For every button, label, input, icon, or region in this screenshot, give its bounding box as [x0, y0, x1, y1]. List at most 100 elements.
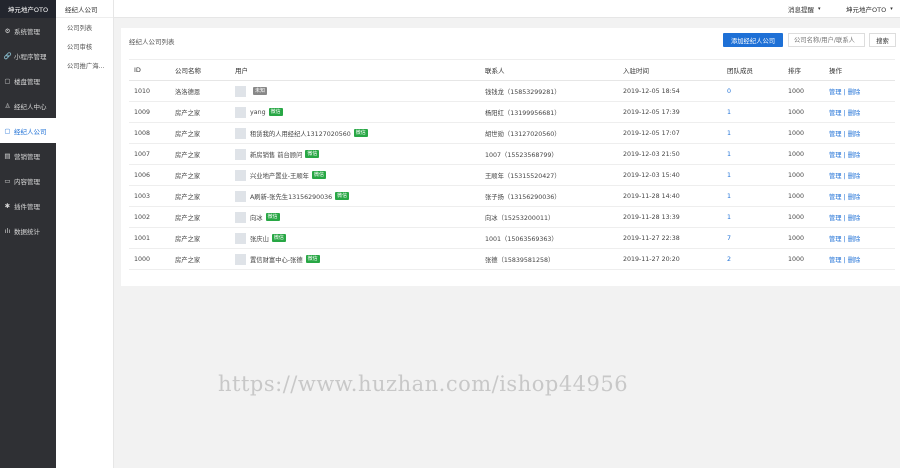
- message-alert-menu[interactable]: 消息提醒 ▾: [788, 0, 821, 18]
- cell-user: 新房销售 前台顾问 微信: [230, 143, 480, 165]
- company-table: ID 公司名称 用户 联系人 入驻时间 团队成员 排序 操作 1010 洛洛德恩 未知 钱钱龙（15…: [129, 59, 895, 270]
- column-header: 用户: [230, 59, 480, 81]
- sidebar-item-label: 小程序管理: [14, 52, 47, 61]
- cell-id: 1002: [129, 206, 170, 228]
- manage-delete-links[interactable]: 管理 | 删除: [829, 131, 860, 138]
- chart-icon: ılı: [4, 226, 11, 235]
- manage-delete-links[interactable]: 管理 | 删除: [829, 194, 860, 201]
- search-input[interactable]: [788, 33, 865, 47]
- user-info: 未知: [235, 85, 480, 97]
- user-info: 租赁我的人用经纪人13127020560 微信: [235, 127, 480, 139]
- cell-company: 房产之家: [170, 185, 230, 207]
- cell-contact: 杨阳红（13199956681）: [480, 101, 618, 123]
- cell-user: A刷新-张先生13156290036 微信: [230, 185, 480, 207]
- source-badge: 微信: [265, 213, 280, 221]
- cell-members[interactable]: 1: [722, 206, 783, 228]
- cell-sort: 1000: [783, 80, 824, 102]
- subnav-items: 公司列表 公司审核 公司推广海...: [56, 18, 113, 75]
- table-row: 1006 房产之家 兴业地产置业-王顺年 微信 王顺年（15315520427） 2019…: [129, 164, 895, 186]
- search-button[interactable]: 搜索: [869, 33, 896, 47]
- account-label: 坤元地产OTO: [846, 6, 887, 14]
- cell-id: 1010: [129, 80, 170, 102]
- avatar: [235, 169, 246, 181]
- avatar: [235, 85, 246, 97]
- cell-contact: 张德（15839581258）: [480, 248, 618, 270]
- manage-delete-links[interactable]: 管理 | 删除: [829, 152, 860, 159]
- cell-time: 2019-12-05 18:54: [618, 80, 722, 102]
- source-badge: 微信: [335, 192, 350, 200]
- column-header: 联系人: [480, 59, 618, 81]
- sidebar-item-label: 经纪人公司: [14, 127, 47, 136]
- brand-logo: 坤元地产OTO: [0, 0, 56, 18]
- user-info: A刷新-张先生13156290036 微信: [235, 190, 480, 202]
- cell-id: 1001: [129, 227, 170, 249]
- manage-delete-links[interactable]: 管理 | 删除: [829, 173, 860, 180]
- user-info: yang 微信: [235, 106, 480, 118]
- avatar: [235, 127, 246, 139]
- marketing-icon: ▤: [4, 151, 11, 160]
- chevron-down-icon: ▾: [818, 6, 821, 12]
- sidebar-item-label: 数据统计: [14, 227, 40, 236]
- user-name: 租赁我的人用经纪人13127020560: [250, 130, 351, 138]
- cell-contact: 钱钱龙（15853299281）: [480, 80, 618, 102]
- cell-members[interactable]: 1: [722, 122, 783, 144]
- user-info: 兴业地产置业-王顺年 微信: [235, 169, 480, 181]
- add-company-button[interactable]: 添加经纪人公司: [723, 33, 783, 47]
- user-name: 置信财富中心-张德: [250, 256, 303, 264]
- sidebar-item-company[interactable]: ▢ 经纪人公司: [0, 118, 56, 143]
- cell-members[interactable]: 1: [722, 143, 783, 165]
- avatar: [235, 232, 246, 244]
- sidebar-item-label: 营销管理: [14, 152, 40, 161]
- cell-members[interactable]: 1: [722, 164, 783, 186]
- sidebar-item-marketing[interactable]: ▤ 营销管理: [0, 143, 56, 168]
- cell-time: 2019-12-05 17:07: [618, 122, 722, 144]
- cell-time: 2019-12-05 17:39: [618, 101, 722, 123]
- sidebar-item-plugin[interactable]: ✱ 插件管理: [0, 193, 56, 218]
- column-header: 公司名称: [170, 59, 230, 81]
- cell-members[interactable]: 2: [722, 248, 783, 270]
- sidebar-item-chart[interactable]: ılı 数据统计: [0, 218, 56, 243]
- subnav-item[interactable]: 公司审核: [56, 37, 113, 56]
- table-body: 1010 洛洛德恩 未知 钱钱龙（15853299281） 2019-12-05 18:…: [129, 80, 895, 270]
- sidebar-item-gear[interactable]: ⚙ 系统管理: [0, 18, 56, 43]
- cell-sort: 1000: [783, 248, 824, 270]
- sub-navigation: 经纪人公司 公司列表 公司审核 公司推广海...: [56, 0, 114, 468]
- cell-time: 2019-11-27 22:38: [618, 227, 722, 249]
- user-info: 新房销售 前台顾问 微信: [235, 148, 480, 160]
- subnav-item[interactable]: 公司推广海...: [56, 56, 113, 75]
- sidebar-item-content[interactable]: ▭ 内容管理: [0, 168, 56, 193]
- cell-members[interactable]: 7: [722, 227, 783, 249]
- sidebar-item-user[interactable]: ♙ 经纪人中心: [0, 93, 56, 118]
- cell-sort: 1000: [783, 206, 824, 228]
- sidebar-item-link[interactable]: 🔗 小程序管理: [0, 43, 56, 68]
- manage-delete-links[interactable]: 管理 | 删除: [829, 257, 860, 264]
- cell-contact: 1007（15523568799）: [480, 143, 618, 165]
- cell-sort: 1000: [783, 143, 824, 165]
- page-title: 经纪人公司列表: [129, 38, 175, 46]
- sidebar-item-building[interactable]: ▢ 楼盘管理: [0, 68, 56, 93]
- cell-id: 1009: [129, 101, 170, 123]
- account-menu[interactable]: 坤元地产OTO ▾: [846, 0, 893, 18]
- avatar: [235, 190, 246, 202]
- manage-delete-links[interactable]: 管理 | 删除: [829, 89, 860, 96]
- manage-delete-links[interactable]: 管理 | 删除: [829, 236, 860, 243]
- column-header: 团队成员: [722, 59, 783, 81]
- subnav-item[interactable]: 公司列表: [56, 18, 113, 37]
- manage-delete-links[interactable]: 管理 | 删除: [829, 110, 860, 117]
- sidebar-item-label: 楼盘管理: [14, 77, 40, 86]
- cell-members[interactable]: 1: [722, 101, 783, 123]
- cell-members[interactable]: 0: [722, 80, 783, 102]
- cell-actions: 管理 | 删除: [824, 80, 895, 102]
- cell-contact: 1001（15063569363）: [480, 227, 618, 249]
- company-icon: ▢: [4, 126, 11, 135]
- user-name: 张庆山: [250, 235, 269, 243]
- cell-id: 1000: [129, 248, 170, 270]
- cell-company: 房产之家: [170, 164, 230, 186]
- cell-members[interactable]: 1: [722, 185, 783, 207]
- manage-delete-links[interactable]: 管理 | 删除: [829, 215, 860, 222]
- cell-actions: 管理 | 删除: [824, 164, 895, 186]
- cell-user: 张庆山 微信: [230, 227, 480, 249]
- column-header: 排序: [783, 59, 824, 81]
- cell-sort: 1000: [783, 101, 824, 123]
- cell-actions: 管理 | 删除: [824, 227, 895, 249]
